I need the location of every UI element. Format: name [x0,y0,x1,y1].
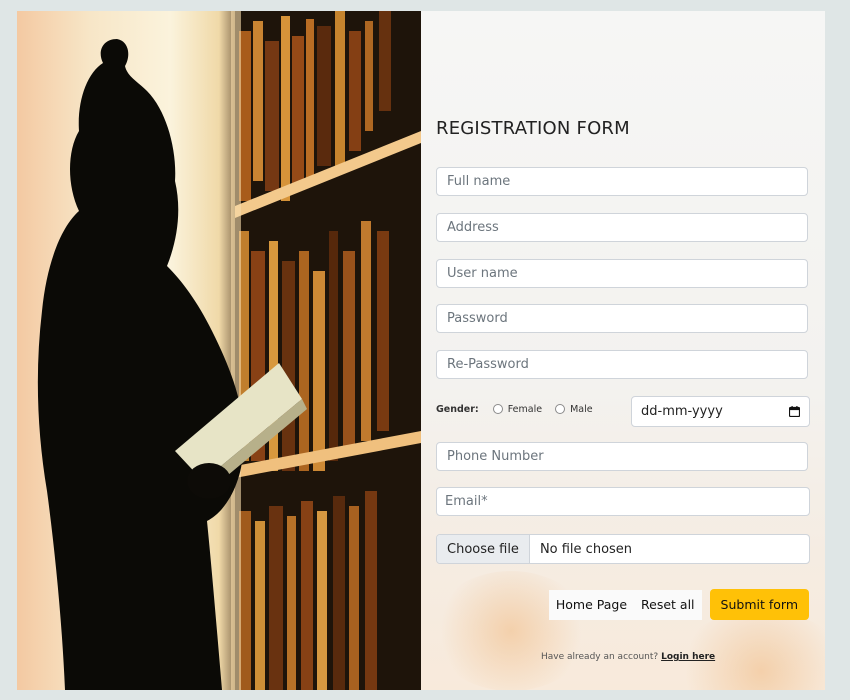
calendar-icon[interactable] [788,406,801,418]
gender-option-female[interactable]: Female [492,403,543,415]
email-input[interactable] [436,487,810,516]
login-prompt-text: Have already an account? [541,652,659,662]
reset-all-button[interactable]: Reset all [634,589,702,620]
male-label: Male [570,403,593,415]
form-actions: Home Page Reset all Submit form [548,589,809,620]
library-photo [17,11,421,690]
choose-file-button[interactable]: Choose file [437,535,530,563]
date-value: dd-mm-yyyy [641,404,723,419]
registration-card: REGISTRATION FORM Gender: Female Male dd… [17,11,825,690]
gender-option-male[interactable]: Male [555,404,593,415]
phone-input[interactable] [436,442,808,471]
gender-label: Gender: [436,403,479,415]
library-photo-graphic [37,11,421,690]
password-input[interactable] [436,304,808,333]
female-radio[interactable] [492,404,503,414]
file-upload[interactable]: Choose file No file chosen [436,534,810,564]
home-page-button[interactable]: Home Page [548,589,635,620]
repassword-input[interactable] [436,350,808,379]
gender-group: Gender: Female Male [436,401,606,417]
full-name-input[interactable] [436,167,808,196]
username-input[interactable] [436,259,808,288]
submit-form-button[interactable]: Submit form [709,589,809,620]
birthdate-input[interactable]: dd-mm-yyyy [631,396,810,427]
login-link[interactable]: Login here [661,652,715,662]
female-label: Female [507,403,543,415]
address-input[interactable] [436,213,808,242]
form-panel: REGISTRATION FORM Gender: Female Male dd… [421,11,825,690]
form-title: REGISTRATION FORM [436,118,630,139]
login-prompt: Have already an account? Login here [541,652,715,662]
file-status: No file chosen [539,541,633,557]
male-radio[interactable] [555,404,566,414]
